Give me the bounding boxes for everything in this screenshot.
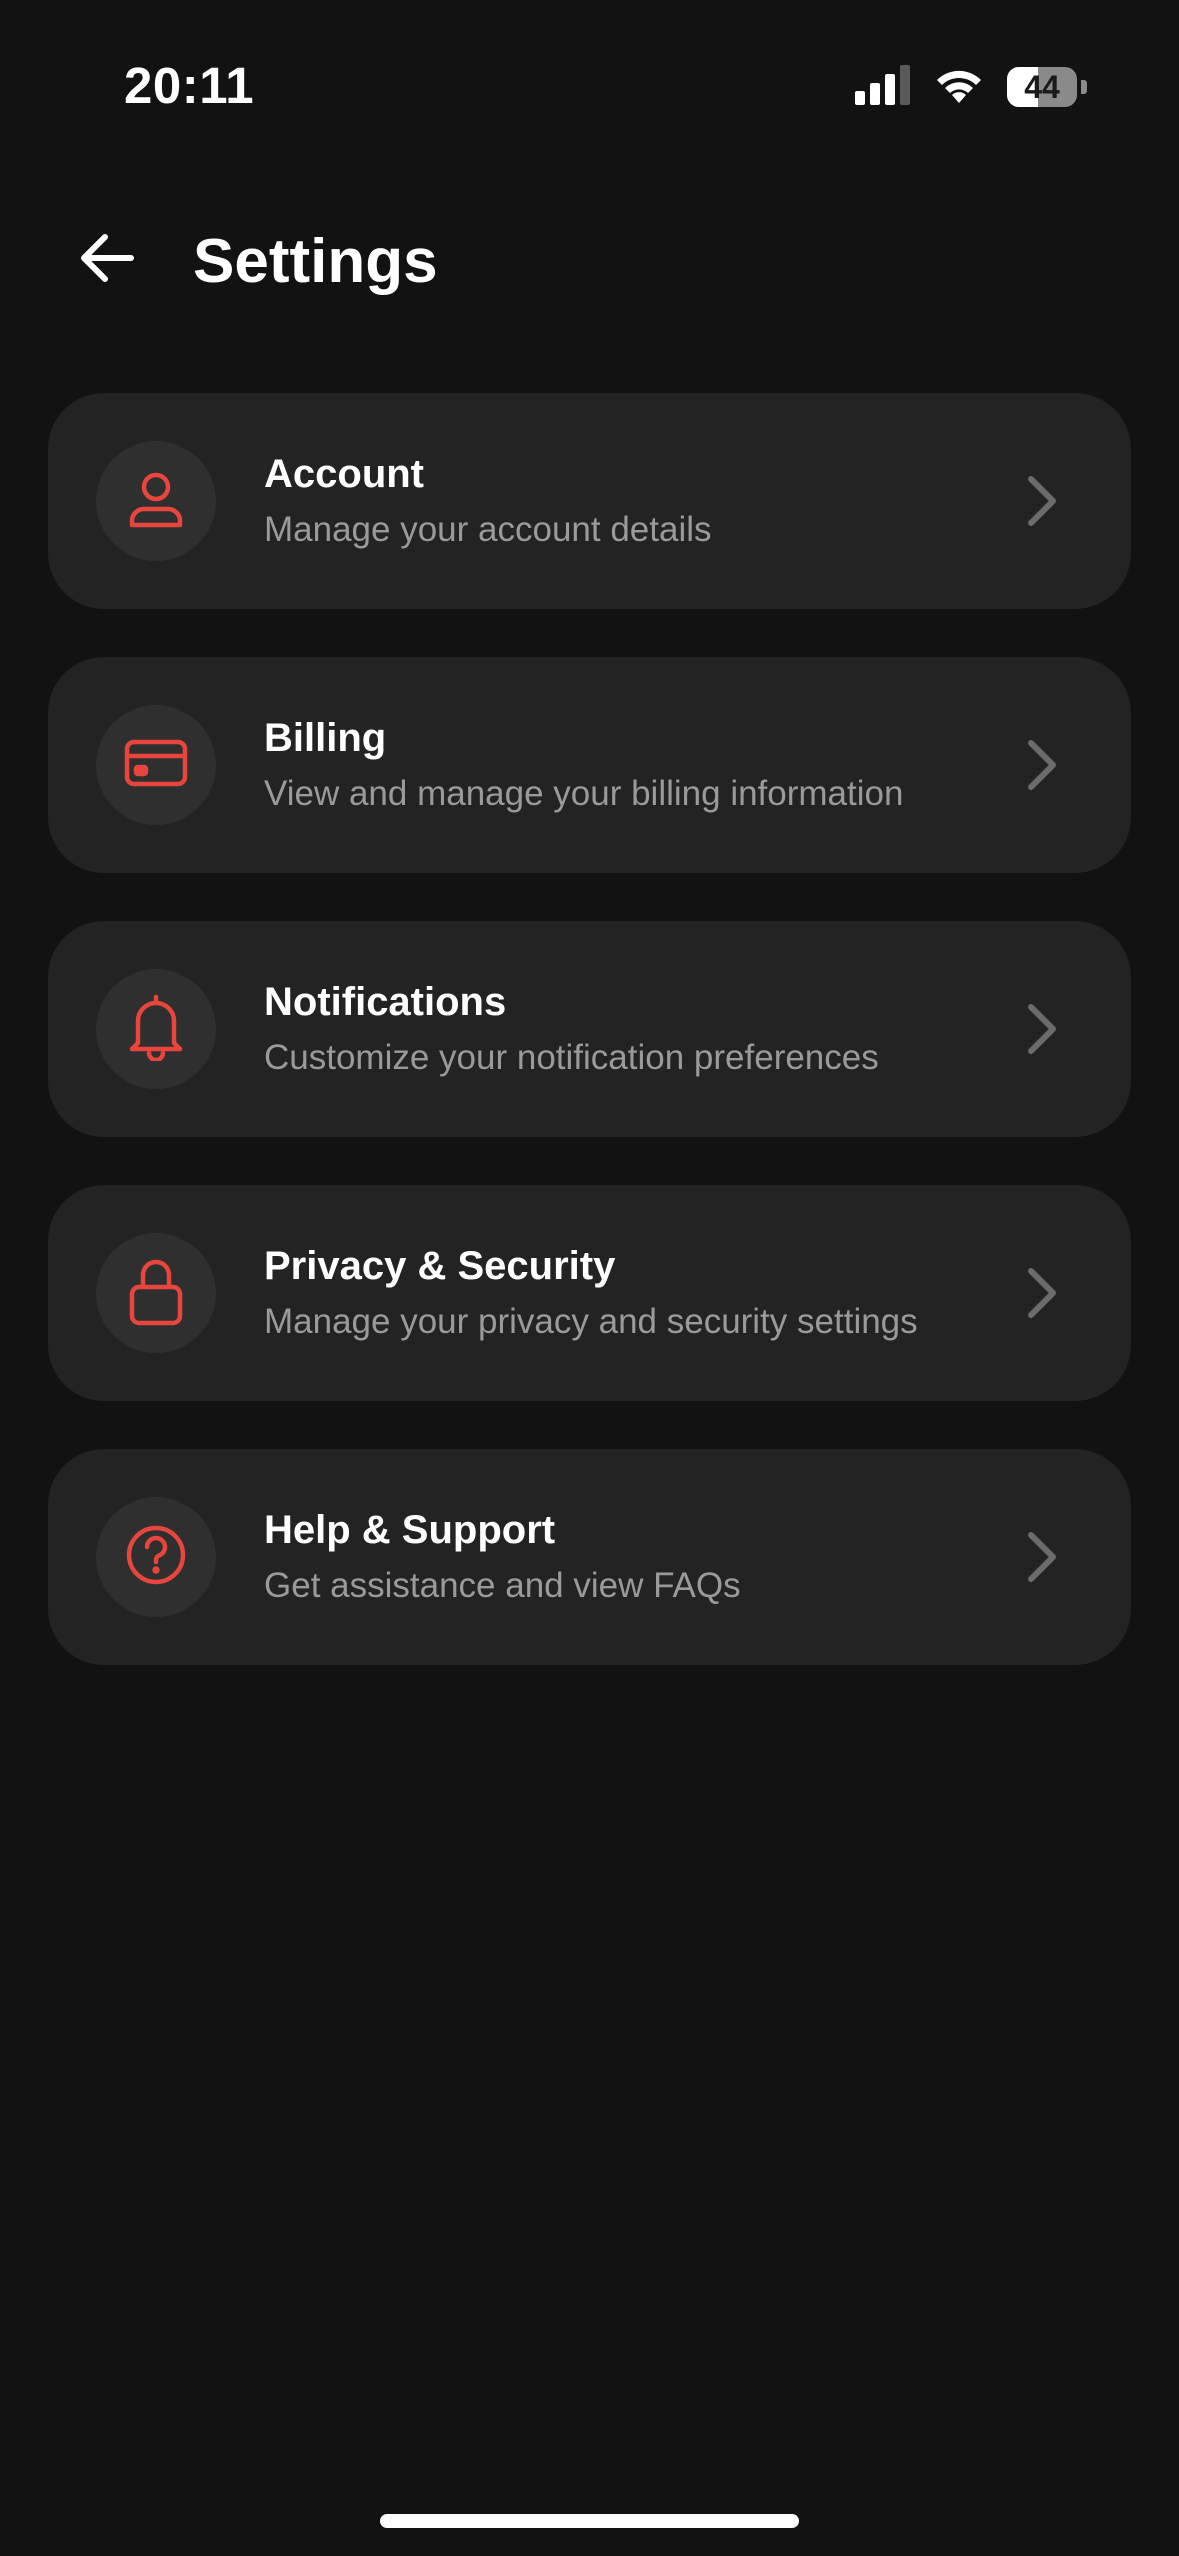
battery-percent: 44 [1024,68,1060,105]
item-text: Notifications Customize your notificatio… [264,977,1011,1081]
battery-cap [1081,80,1087,94]
chevron-right-icon [1013,1265,1069,1321]
chevron-right-icon [1013,737,1069,793]
item-subtitle: View and manage your billing information [264,774,904,813]
item-subtitle: Manage your privacy and security setting… [264,1302,918,1341]
lock-icon [126,1255,186,1332]
item-text: Help & Support Get assistance and view F… [264,1505,1011,1609]
chevron-right-icon [1013,1529,1069,1585]
bell-icon [124,993,188,1066]
item-subtitle: Customize your notification preferences [264,1038,879,1077]
settings-list: Account Manage your account details Bill… [48,393,1131,1713]
icon-circle [96,1233,216,1353]
settings-item-help-support[interactable]: Help & Support Get assistance and view F… [48,1449,1131,1665]
home-indicator[interactable] [380,2514,799,2528]
status-icons: 44 [855,64,1087,110]
item-title: Account [264,452,424,496]
item-text: Privacy & Security Manage your privacy a… [264,1241,1011,1345]
item-subtitle: Get assistance and view FAQs [264,1566,741,1605]
settings-item-billing[interactable]: Billing View and manage your billing inf… [48,657,1131,873]
icon-circle [96,969,216,1089]
chevron-right-icon [1013,1001,1069,1057]
item-title: Privacy & Security [264,1244,616,1288]
settings-item-account[interactable]: Account Manage your account details [48,393,1131,609]
item-subtitle: Manage your account details [264,510,712,549]
battery-icon: 44 [1007,67,1077,107]
status-bar: 20:11 44 [0,0,1179,180]
status-time: 20:11 [124,57,255,114]
page-title: Settings [193,227,438,296]
item-title: Notifications [264,980,507,1024]
icon-circle [96,705,216,825]
item-text: Account Manage your account details [264,449,1011,553]
settings-item-notifications[interactable]: Notifications Customize your notificatio… [48,921,1131,1137]
settings-item-privacy-security[interactable]: Privacy & Security Manage your privacy a… [48,1185,1131,1401]
help-circle-icon [123,1522,189,1593]
back-button[interactable] [70,228,144,292]
icon-circle [96,441,216,561]
chevron-right-icon [1013,473,1069,529]
item-text: Billing View and manage your billing inf… [264,713,1011,817]
cellular-signal-icon [855,64,911,110]
wifi-icon [933,65,985,110]
user-icon [124,467,188,536]
credit-card-icon [123,730,189,801]
icon-circle [96,1497,216,1617]
header: Settings [0,200,1179,320]
arrow-left-icon [79,232,135,289]
item-title: Help & Support [264,1508,556,1552]
item-title: Billing [264,716,387,760]
